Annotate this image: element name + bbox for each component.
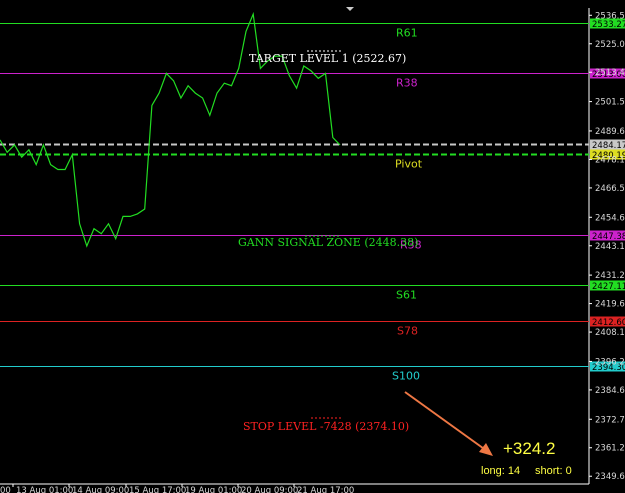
y-tick-label-6: 2466.55 bbox=[595, 184, 625, 194]
x-tick-label-5: 21 Aug 17:00 bbox=[297, 486, 354, 493]
gann-signal-zone-label: GANN SIGNAL ZONE (2448.38) bbox=[238, 236, 418, 249]
y-tick-label-0: 2536.55 bbox=[595, 11, 625, 21]
y-tick-label-15: 2361.20 bbox=[595, 444, 625, 454]
stop-level-label: STOP LEVEL -7428 (2374.10) bbox=[243, 420, 409, 433]
y-tick-label-11: 2408.10 bbox=[595, 328, 625, 338]
y-tick-label-9: 2431.20 bbox=[595, 271, 625, 281]
short-count: short: 0 bbox=[535, 465, 572, 477]
y-tick-label-2: 2513.45 bbox=[595, 68, 625, 78]
level-price-tag-text-0: 2533.27 bbox=[592, 20, 625, 30]
long-count: long: 14 bbox=[481, 465, 520, 477]
y-tick-label-5: 2478.10 bbox=[595, 155, 625, 165]
y-tick-label-16: 2349.65 bbox=[595, 472, 625, 482]
price-chart: R612533.27R382513.002484.17Pivot2480.19R… bbox=[0, 0, 625, 493]
level-name-7: S100 bbox=[392, 370, 420, 383]
x-tick-label-3: 19 Aug 01:00 bbox=[185, 486, 242, 493]
x-tick-label-prefix: 00 bbox=[0, 486, 11, 493]
y-tick-label-7: 2454.65 bbox=[595, 213, 625, 223]
level-name-5: S61 bbox=[396, 289, 417, 302]
y-tick-label-4: 2489.65 bbox=[595, 127, 625, 137]
level-name-1: R38 bbox=[396, 77, 418, 90]
profit-value: +324.2 bbox=[503, 439, 555, 458]
target-level-label: TARGET LEVEL 1 (2522.67) bbox=[249, 52, 406, 65]
x-tick-label-4: 20 Aug 09:00 bbox=[241, 486, 298, 493]
y-tick-label-14: 2372.75 bbox=[595, 415, 625, 425]
level-price-tag-text-4: 2447.38 bbox=[592, 232, 625, 242]
x-tick-label-2: 15 Aug 17:00 bbox=[129, 486, 186, 493]
level-name-0: R61 bbox=[396, 27, 418, 40]
x-axis: 00 13 Aug 01:0014 Aug 09:00 15 Aug 17:0019… bbox=[0, 484, 354, 493]
y-tick-label-13: 2384.65 bbox=[595, 386, 625, 396]
y-tick-label-3: 2501.55 bbox=[595, 98, 625, 108]
y-tick-label-12: 2396.20 bbox=[595, 357, 625, 367]
x-tick-label-1: 14 Aug 09:00 bbox=[72, 486, 129, 493]
y-tick-label-10: 2419.65 bbox=[595, 300, 625, 310]
y-tick-label-8: 2443.10 bbox=[595, 242, 625, 252]
y-tick-label-1: 2525.00 bbox=[595, 40, 625, 50]
level-name-6: S78 bbox=[397, 325, 418, 338]
level-name-3: Pivot bbox=[395, 158, 423, 171]
level-price-tag-text-6: 2412.60 bbox=[592, 318, 625, 328]
x-tick-label-0: 13 Aug 01:00 bbox=[16, 486, 73, 493]
level-price-tag-text-5: 2427.11 bbox=[592, 282, 625, 292]
